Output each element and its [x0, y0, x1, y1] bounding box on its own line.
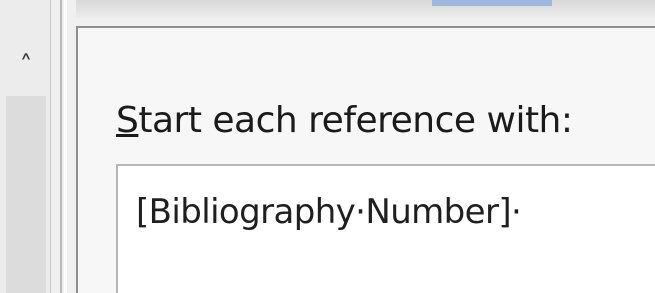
- input-value: [Bibliography·Number]·: [136, 192, 522, 232]
- tab-accent: [432, 0, 552, 6]
- divider: [60, 0, 62, 293]
- accelerator-key: S: [116, 100, 139, 141]
- dialog-frame: ˄ Start each reference with: [Bibliograp…: [0, 0, 655, 293]
- scrollbar-track[interactable]: [6, 96, 46, 293]
- settings-panel: Start each reference with: [Bibliography…: [76, 26, 655, 293]
- start-reference-input[interactable]: [Bibliography·Number]·: [116, 164, 655, 293]
- top-edge: [76, 0, 655, 18]
- left-scrollbar[interactable]: ˄: [0, 0, 51, 293]
- chevron-up-icon[interactable]: ˄: [6, 46, 46, 86]
- start-reference-label: Start each reference with:: [116, 100, 573, 141]
- divider-highlight: [64, 0, 67, 293]
- label-text: tart each reference with:: [138, 100, 573, 141]
